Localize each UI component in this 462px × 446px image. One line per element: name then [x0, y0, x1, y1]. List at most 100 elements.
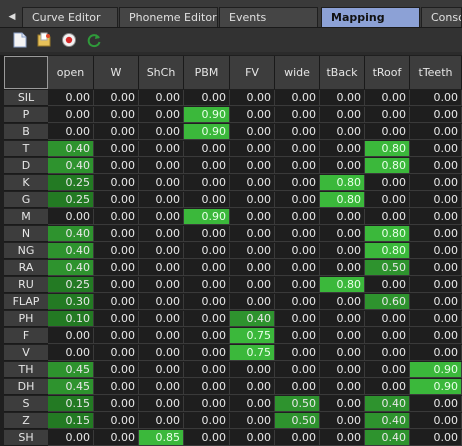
cell-p-pbm[interactable]: 0.90 [184, 107, 230, 123]
cell-ru-open[interactable]: 0.25 [48, 277, 94, 293]
cell-flap-tback[interactable]: 0.00 [320, 294, 365, 310]
cell-b-tteeth[interactable]: 0.00 [410, 124, 462, 140]
cell-th-wide[interactable]: 0.00 [275, 362, 320, 378]
cell-m-wide[interactable]: 0.00 [275, 209, 320, 225]
cell-s-tback[interactable]: 0.00 [320, 396, 365, 412]
cell-ph-w[interactable]: 0.00 [94, 311, 139, 327]
cell-z-troof[interactable]: 0.40 [365, 413, 410, 429]
cell-f-shch[interactable]: 0.00 [139, 328, 184, 344]
cell-m-w[interactable]: 0.00 [94, 209, 139, 225]
cell-ph-tback[interactable]: 0.00 [320, 311, 365, 327]
cell-b-troof[interactable]: 0.00 [365, 124, 410, 140]
cell-t-shch[interactable]: 0.00 [139, 141, 184, 157]
cell-t-pbm[interactable]: 0.00 [184, 141, 230, 157]
cell-ra-tteeth[interactable]: 0.00 [410, 260, 462, 276]
cell-sil-fv[interactable]: 0.00 [230, 90, 275, 106]
cell-g-fv[interactable]: 0.00 [230, 192, 275, 208]
cell-g-tback[interactable]: 0.80 [320, 192, 365, 208]
cell-ra-tback[interactable]: 0.00 [320, 260, 365, 276]
cell-g-pbm[interactable]: 0.00 [184, 192, 230, 208]
cell-sh-tback[interactable]: 0.00 [320, 430, 365, 446]
cell-dh-fv[interactable]: 0.00 [230, 379, 275, 395]
record-icon[interactable] [59, 30, 79, 50]
cell-ng-shch[interactable]: 0.00 [139, 243, 184, 259]
cell-ph-fv[interactable]: 0.40 [230, 311, 275, 327]
cell-ra-fv[interactable]: 0.00 [230, 260, 275, 276]
cell-sil-open[interactable]: 0.00 [48, 90, 94, 106]
cell-m-troof[interactable]: 0.00 [365, 209, 410, 225]
cell-th-troof[interactable]: 0.00 [365, 362, 410, 378]
cell-g-wide[interactable]: 0.00 [275, 192, 320, 208]
row-header-z[interactable]: Z [4, 413, 48, 429]
cell-sil-wide[interactable]: 0.00 [275, 90, 320, 106]
cell-dh-troof[interactable]: 0.00 [365, 379, 410, 395]
cell-ph-wide[interactable]: 0.00 [275, 311, 320, 327]
grid-corner[interactable] [4, 56, 48, 89]
cell-t-tback[interactable]: 0.00 [320, 141, 365, 157]
cell-ra-w[interactable]: 0.00 [94, 260, 139, 276]
cell-n-wide[interactable]: 0.00 [275, 226, 320, 242]
cell-k-pbm[interactable]: 0.00 [184, 175, 230, 191]
cell-m-fv[interactable]: 0.00 [230, 209, 275, 225]
cell-ra-pbm[interactable]: 0.00 [184, 260, 230, 276]
cell-v-open[interactable]: 0.00 [48, 345, 94, 361]
cell-ra-open[interactable]: 0.40 [48, 260, 94, 276]
cell-th-w[interactable]: 0.00 [94, 362, 139, 378]
cell-z-shch[interactable]: 0.00 [139, 413, 184, 429]
cell-p-troof[interactable]: 0.00 [365, 107, 410, 123]
tab-events[interactable]: Events [219, 7, 318, 27]
cell-dh-tback[interactable]: 0.00 [320, 379, 365, 395]
cell-d-shch[interactable]: 0.00 [139, 158, 184, 174]
cell-d-open[interactable]: 0.40 [48, 158, 94, 174]
row-header-p[interactable]: P [4, 107, 48, 123]
cell-sil-pbm[interactable]: 0.00 [184, 90, 230, 106]
cell-d-tback[interactable]: 0.00 [320, 158, 365, 174]
cell-s-fv[interactable]: 0.00 [230, 396, 275, 412]
cell-s-pbm[interactable]: 0.00 [184, 396, 230, 412]
cell-ng-tteeth[interactable]: 0.00 [410, 243, 462, 259]
row-header-d[interactable]: D [4, 158, 48, 174]
cell-b-w[interactable]: 0.00 [94, 124, 139, 140]
cell-f-pbm[interactable]: 0.00 [184, 328, 230, 344]
cell-g-shch[interactable]: 0.00 [139, 192, 184, 208]
cell-n-w[interactable]: 0.00 [94, 226, 139, 242]
cell-ra-wide[interactable]: 0.00 [275, 260, 320, 276]
cell-v-wide[interactable]: 0.00 [275, 345, 320, 361]
cell-flap-w[interactable]: 0.00 [94, 294, 139, 310]
cell-v-fv[interactable]: 0.75 [230, 345, 275, 361]
cell-s-shch[interactable]: 0.00 [139, 396, 184, 412]
row-header-sh[interactable]: SH [4, 430, 48, 446]
row-header-dh[interactable]: DH [4, 379, 48, 395]
cell-d-wide[interactable]: 0.00 [275, 158, 320, 174]
open-folder-icon[interactable] [34, 30, 54, 50]
cell-ru-shch[interactable]: 0.00 [139, 277, 184, 293]
cell-p-tteeth[interactable]: 0.00 [410, 107, 462, 123]
row-header-ru[interactable]: RU [4, 277, 48, 293]
cell-sh-w[interactable]: 0.00 [94, 430, 139, 446]
row-header-s[interactable]: S [4, 396, 48, 412]
cell-n-troof[interactable]: 0.80 [365, 226, 410, 242]
cell-b-wide[interactable]: 0.00 [275, 124, 320, 140]
cell-sh-shch[interactable]: 0.85 [139, 430, 184, 446]
cell-b-pbm[interactable]: 0.90 [184, 124, 230, 140]
cell-p-w[interactable]: 0.00 [94, 107, 139, 123]
cell-n-pbm[interactable]: 0.00 [184, 226, 230, 242]
scroll-left-arrow-icon[interactable]: ◀ [4, 7, 20, 27]
row-header-m[interactable]: M [4, 209, 48, 225]
cell-flap-tteeth[interactable]: 0.00 [410, 294, 462, 310]
cell-g-troof[interactable]: 0.00 [365, 192, 410, 208]
cell-p-shch[interactable]: 0.00 [139, 107, 184, 123]
cell-z-wide[interactable]: 0.50 [275, 413, 320, 429]
cell-d-troof[interactable]: 0.80 [365, 158, 410, 174]
cell-t-tteeth[interactable]: 0.00 [410, 141, 462, 157]
cell-th-pbm[interactable]: 0.00 [184, 362, 230, 378]
new-document-icon[interactable] [10, 30, 30, 50]
cell-flap-shch[interactable]: 0.00 [139, 294, 184, 310]
cell-ng-fv[interactable]: 0.00 [230, 243, 275, 259]
cell-ra-troof[interactable]: 0.50 [365, 260, 410, 276]
cell-sh-tteeth[interactable]: 0.00 [410, 430, 462, 446]
cell-dh-tteeth[interactable]: 0.90 [410, 379, 462, 395]
cell-ra-shch[interactable]: 0.00 [139, 260, 184, 276]
cell-v-w[interactable]: 0.00 [94, 345, 139, 361]
cell-ru-fv[interactable]: 0.00 [230, 277, 275, 293]
